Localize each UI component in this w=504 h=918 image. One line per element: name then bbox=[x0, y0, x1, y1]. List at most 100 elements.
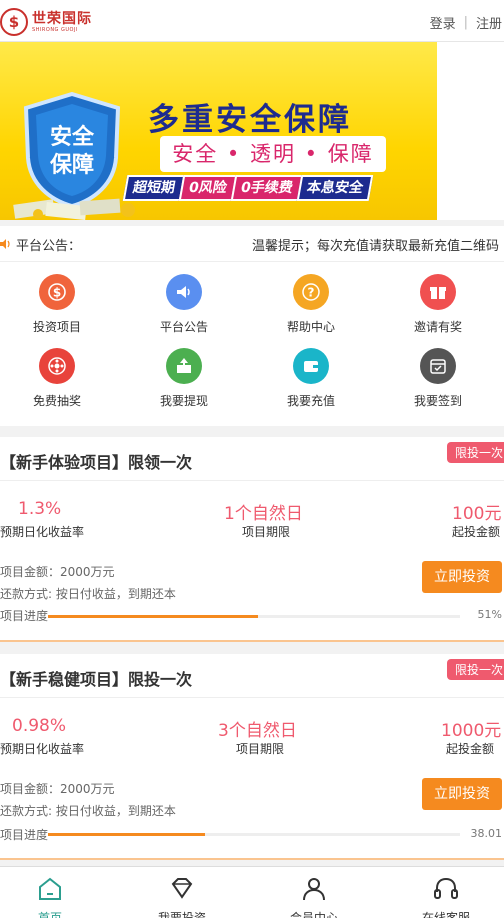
promo-banner[interactable]: 安全 保障 多重安全保障 安全 • 透明 • 保障 超短期 0风险 0手续费 本… bbox=[0, 42, 437, 220]
calendar-check-icon bbox=[420, 348, 456, 384]
term-value: 1个自然日 bbox=[224, 504, 303, 524]
term-label: 项目期限 bbox=[242, 525, 291, 539]
repay-method: 还款方式: 按日付收益，到期还本 bbox=[0, 804, 176, 818]
progress-fill bbox=[48, 615, 259, 618]
shortcut-help-center[interactable]: ? 帮助中心 bbox=[266, 274, 356, 335]
megaphone-icon bbox=[166, 274, 202, 310]
min-label: 起投金额 bbox=[452, 525, 501, 539]
banner-tag: 0风险 bbox=[178, 175, 238, 201]
shortcut-grid: $ 投资项目 平台公告 ? 帮助中心 邀请有奖 免费抽奖 我要提现 我要充值 我… bbox=[0, 262, 504, 426]
headset-icon bbox=[434, 877, 458, 899]
question-icon: ? bbox=[293, 274, 329, 310]
banner-tags: 超短期 0风险 0手续费 本息安全 bbox=[122, 175, 373, 201]
term-value: 3个自然日 bbox=[218, 721, 297, 741]
project-stats: 1.3% 预期日化收益率 1个自然日 项目期限 100元 起投金额 bbox=[0, 481, 504, 549]
rate-value: 1.3% bbox=[18, 499, 62, 519]
logo-subtitle: SHIRONG GUOJI bbox=[32, 26, 78, 33]
bottom-tab-bar: 首页 我要投资 会员中心 在线客服 bbox=[0, 866, 504, 918]
term-label: 项目期限 bbox=[236, 742, 285, 756]
tab-label: 会员中心 bbox=[289, 911, 338, 918]
shield-text-2: 保障 bbox=[49, 152, 94, 178]
project-stats: 0.98% 预期日化收益率 3个自然日 项目期限 1000元 起投金额 bbox=[0, 698, 504, 766]
tab-home[interactable]: 首页 bbox=[0, 875, 100, 918]
tab-support[interactable]: 在线客服 bbox=[396, 875, 496, 918]
limit-badge: 限投一次 bbox=[447, 442, 504, 463]
withdraw-icon bbox=[166, 348, 202, 384]
progress-value: 51% bbox=[477, 608, 502, 621]
wallet-icon bbox=[293, 348, 329, 384]
logo-name: 世荣国际 bbox=[32, 10, 92, 27]
limit-badge: 限投一次 bbox=[447, 659, 504, 680]
card-divider bbox=[0, 858, 504, 860]
auth-links: 登录 | 注册 bbox=[430, 13, 502, 32]
banner-tag: 0手续费 bbox=[230, 175, 303, 201]
shortcut-announcements[interactable]: 平台公告 bbox=[139, 274, 229, 335]
rate-value: 0.98% bbox=[12, 716, 67, 736]
register-link[interactable]: 注册 bbox=[476, 13, 502, 32]
shortcut-recharge[interactable]: 我要充值 bbox=[266, 348, 356, 409]
money-stack-icon bbox=[13, 198, 135, 220]
card-divider bbox=[0, 640, 504, 642]
project-title: 【新手体验项目】限领一次 bbox=[0, 453, 193, 472]
shortcut-invite-rewards[interactable]: 邀请有奖 bbox=[393, 274, 483, 335]
rate-label: 预期日化收益率 bbox=[0, 525, 85, 539]
svg-text:$: $ bbox=[53, 286, 61, 300]
progress-bar bbox=[48, 615, 460, 618]
shortcut-label: 投资项目 bbox=[32, 320, 81, 334]
shortcut-withdraw[interactable]: 我要提现 bbox=[139, 348, 229, 409]
svg-text:?: ? bbox=[308, 286, 315, 300]
rate-label: 预期日化收益率 bbox=[0, 742, 85, 756]
progress-value: 38.01 bbox=[470, 827, 503, 840]
project-card: 【新手体验项目】限领一次 限投一次 1.3% 预期日化收益率 1个自然日 项目期… bbox=[0, 437, 504, 642]
gift-icon bbox=[420, 274, 456, 310]
shortcut-check-in[interactable]: 我要签到 bbox=[393, 348, 483, 409]
tab-label: 首页 bbox=[37, 911, 62, 918]
announcement-bar[interactable]: 平台公告： 温馨提示；每次充值请获取最新充值二维码 bbox=[0, 226, 504, 262]
shortcut-label: 平台公告 bbox=[159, 320, 208, 334]
repay-method: 还款方式: 按日付收益，到期还本 bbox=[0, 587, 176, 601]
dollar-icon: $ bbox=[39, 274, 75, 310]
progress-label: 项目进度 bbox=[0, 828, 49, 842]
shortcut-invest-projects[interactable]: $ 投资项目 bbox=[12, 274, 102, 335]
speaker-icon bbox=[0, 239, 10, 249]
banner-tag: 超短期 bbox=[122, 175, 186, 201]
auth-separator: | bbox=[463, 15, 468, 30]
shortcut-label: 我要签到 bbox=[413, 394, 462, 408]
shortcut-label: 我要充值 bbox=[286, 394, 335, 408]
project-amount: 项目金额：2000万元 bbox=[0, 782, 115, 796]
tab-label: 在线客服 bbox=[421, 911, 470, 918]
announcement-label: 平台公告： bbox=[16, 239, 82, 254]
project-amount: 项目金额：2000万元 bbox=[0, 565, 115, 579]
shield-text-1: 安全 bbox=[50, 124, 95, 150]
tab-member[interactable]: 会员中心 bbox=[264, 875, 364, 918]
shortcut-free-lottery[interactable]: 免费抽奖 bbox=[12, 348, 102, 409]
banner-subtitle: 安全 • 透明 • 保障 bbox=[160, 136, 386, 172]
banner-title: 多重安全保障 bbox=[148, 102, 352, 138]
announcement-text[interactable]: 温馨提示；每次充值请获取最新充值二维码 bbox=[252, 235, 504, 254]
security-shield-icon: 安全 保障 bbox=[23, 92, 121, 208]
min-label: 起投金额 bbox=[446, 742, 495, 756]
diamond-icon bbox=[171, 878, 193, 899]
user-icon bbox=[303, 878, 325, 901]
progress-bar bbox=[48, 833, 460, 836]
min-value: 1000元 bbox=[441, 721, 502, 741]
tab-label: 我要投资 bbox=[157, 911, 206, 918]
banner-tag: 本息安全 bbox=[296, 175, 373, 201]
logo-mark-icon: $ bbox=[0, 8, 28, 36]
invest-now-button[interactable]: 立即投资 bbox=[422, 778, 502, 810]
shortcut-label: 免费抽奖 bbox=[32, 394, 81, 408]
shortcut-label: 我要提现 bbox=[159, 394, 208, 408]
home-icon bbox=[39, 877, 61, 900]
project-card: 【新手稳健项目】限投一次 限投一次 0.98% 预期日化收益率 3个自然日 项目… bbox=[0, 654, 504, 860]
tab-invest[interactable]: 我要投资 bbox=[132, 875, 232, 918]
lottery-wheel-icon bbox=[39, 348, 75, 384]
invest-now-button[interactable]: 立即投资 bbox=[422, 561, 502, 593]
shortcut-label: 邀请有奖 bbox=[413, 320, 462, 334]
shortcut-label: 帮助中心 bbox=[286, 320, 335, 334]
project-title: 【新手稳健项目】限投一次 bbox=[0, 670, 193, 689]
brand-logo[interactable]: $ 世荣国际 SHIRONG GUOJI bbox=[0, 6, 92, 38]
banner-gap bbox=[437, 42, 504, 220]
progress-fill bbox=[48, 833, 205, 836]
login-link[interactable]: 登录 bbox=[430, 13, 456, 32]
app-header: $ 世荣国际 SHIRONG GUOJI 登录 | 注册 bbox=[0, 0, 504, 42]
